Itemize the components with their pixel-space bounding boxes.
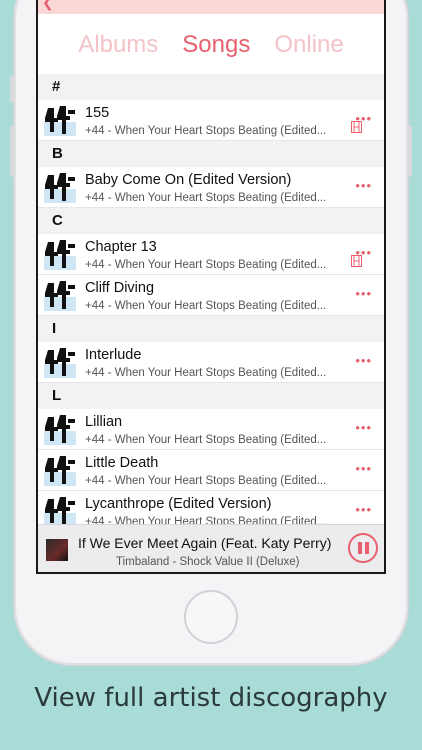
- album-art-44-icon: [44, 279, 76, 311]
- navigation-bar: ❮: [38, 0, 384, 14]
- song-title: Lycanthrope (Edited Version): [85, 496, 272, 512]
- song-subtitle: +44 - When Your Heart Stops Beating (Edi…: [85, 367, 327, 379]
- song-subtitle: +44 - When Your Heart Stops Beating (Edi…: [85, 300, 327, 312]
- tab-online[interactable]: Online: [274, 25, 343, 65]
- song-title: 155: [85, 105, 110, 121]
- song-row[interactable]: Lillian +44 - When Your Heart Stops Beati…: [38, 409, 384, 450]
- song-row[interactable]: Cliff Diving +44 - When Your Heart Stops …: [38, 275, 384, 316]
- more-dots-icon[interactable]: •••: [355, 503, 372, 516]
- album-art-44-icon: [44, 238, 76, 270]
- song-subtitle: +44 - When Your Heart Stops Beating (Edi…: [85, 434, 327, 446]
- song-row[interactable]: 155 +44 - When Your Heart Stops Beating (…: [38, 100, 384, 141]
- marketing-caption: View full artist discography: [34, 683, 388, 713]
- more-dots-icon[interactable]: •••: [355, 287, 372, 300]
- album-art-44-icon: [44, 171, 76, 203]
- film-strip-icon[interactable]: [351, 254, 362, 267]
- section-header: I: [38, 316, 384, 342]
- more-dots-icon[interactable]: •••: [355, 354, 372, 367]
- song-subtitle: +44 - When Your Heart Stops Beating (Edi…: [85, 192, 327, 204]
- song-row[interactable]: Chapter 13 +44 - When Your Heart Stops Be…: [38, 234, 384, 275]
- now-playing-subtitle: Timbaland - Shock Value II (Deluxe): [116, 556, 300, 568]
- segmented-control: Albums Songs Online: [38, 25, 384, 65]
- album-art-44-icon: [44, 495, 76, 527]
- tab-albums[interactable]: Albums: [78, 25, 158, 65]
- side-button: [10, 75, 14, 103]
- app-screen: ❮ Albums Songs Online #155 +44 - When Your …: [36, 0, 386, 574]
- power-button: [408, 125, 412, 177]
- now-playing-bar[interactable]: If We Ever Meet Again (Feat. Katy Perry)…: [38, 524, 384, 572]
- now-playing-album-art: [46, 539, 68, 561]
- album-art-44-icon: [44, 413, 76, 445]
- now-playing-title: If We Ever Meet Again (Feat. Katy Perry): [78, 535, 332, 551]
- volume-up-button: [10, 125, 14, 177]
- album-art-44-icon: [44, 104, 76, 136]
- song-subtitle: +44 - When Your Heart Stops Beating (Edi…: [85, 125, 327, 137]
- song-title: Chapter 13: [85, 239, 157, 255]
- song-row[interactable]: Little Death +44 - When Your Heart Stops …: [38, 450, 384, 491]
- song-title: Baby Come On (Edited Version): [85, 172, 292, 188]
- section-header: #: [38, 74, 384, 100]
- chevron-left-icon[interactable]: ❮: [42, 0, 54, 11]
- more-dots-icon[interactable]: •••: [355, 179, 372, 192]
- tab-songs[interactable]: Songs: [182, 25, 250, 65]
- more-dots-icon[interactable]: •••: [355, 462, 372, 475]
- home-button[interactable]: [184, 590, 238, 644]
- songs-list: #155 +44 - When Your Heart Stops Beating …: [38, 74, 384, 532]
- song-title: Lillian: [85, 414, 123, 430]
- song-row[interactable]: Interlude +44 - When Your Heart Stops Bea…: [38, 342, 384, 383]
- song-subtitle: +44 - When Your Heart Stops Beating (Edi…: [85, 259, 327, 271]
- album-art-44-icon: [44, 454, 76, 486]
- song-title: Little Death: [85, 455, 159, 471]
- song-row[interactable]: Baby Come On (Edited Version) +44 - When …: [38, 167, 384, 208]
- song-subtitle: +44 - When Your Heart Stops Beating (Edi…: [85, 475, 327, 487]
- film-strip-icon[interactable]: [351, 120, 362, 133]
- album-art-44-icon: [44, 346, 76, 378]
- more-dots-icon[interactable]: •••: [355, 421, 372, 434]
- song-title: Cliff Diving: [85, 280, 155, 296]
- song-title: Interlude: [85, 347, 142, 363]
- pause-icon[interactable]: [348, 533, 378, 563]
- section-header: C: [38, 208, 384, 234]
- section-header: L: [38, 383, 384, 409]
- section-header: B: [38, 141, 384, 167]
